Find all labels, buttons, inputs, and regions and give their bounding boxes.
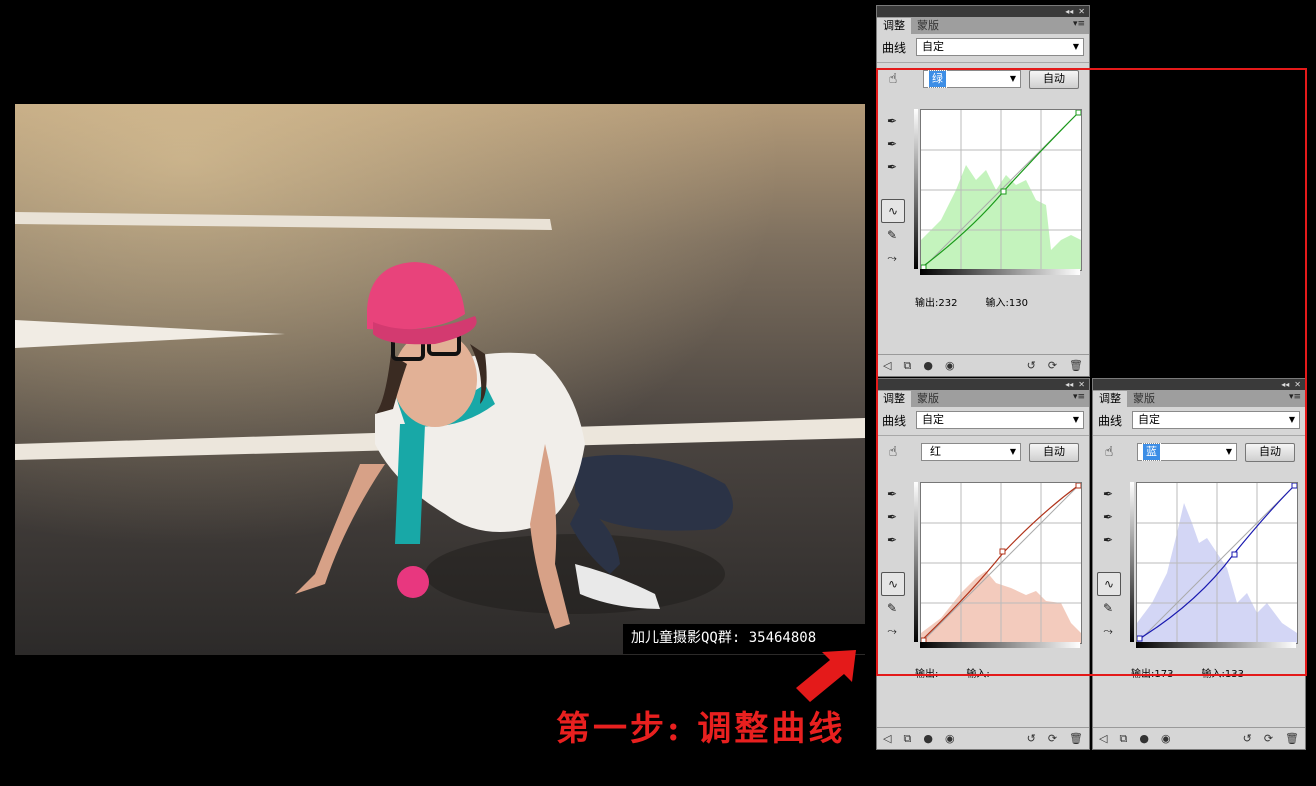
photo-canvas [15, 104, 865, 655]
previous-state-icon[interactable]: ↺ [1243, 732, 1252, 745]
eye-icon[interactable]: ◉ [945, 732, 955, 746]
panel-titlebar[interactable]: ◂◂ ✕ [877, 6, 1089, 17]
back-icon[interactable]: ◁ [1099, 732, 1107, 746]
preset-value: 自定 [922, 40, 944, 53]
reset-icon[interactable]: ⟳ [1048, 732, 1057, 745]
layer-visibility-icon[interactable]: ● [923, 732, 933, 746]
preset-select[interactable]: 自定 ▼ [916, 38, 1084, 56]
highlight-frame [876, 68, 1307, 676]
chevron-down-icon: ▼ [1072, 42, 1079, 51]
step-caption: 第一步: 调整曲线 [556, 709, 846, 749]
preset-label: 曲线 [882, 40, 907, 55]
close-icon[interactable]: ✕ [1078, 6, 1085, 17]
panel-menu-icon[interactable]: ▾≡ [1073, 19, 1085, 29]
back-icon[interactable]: ◁ [883, 732, 891, 746]
eye-icon[interactable]: ◉ [1161, 732, 1171, 746]
reset-icon[interactable]: ⟳ [1264, 732, 1273, 745]
photo-image [15, 104, 865, 655]
clip-icon[interactable]: ⧉ [903, 732, 911, 746]
arrow-icon [796, 650, 856, 702]
previous-state-icon[interactable]: ↺ [1027, 732, 1036, 745]
clip-icon[interactable]: ⧉ [1119, 732, 1127, 746]
tab-masks[interactable]: 蒙版 [911, 18, 945, 34]
tab-adjustments[interactable]: 调整 [877, 18, 911, 34]
layer-visibility-icon[interactable]: ● [1139, 732, 1149, 746]
collapse-icon[interactable]: ◂◂ [1065, 6, 1073, 17]
trash-icon[interactable]: 🗑 [1069, 732, 1083, 745]
trash-icon[interactable]: 🗑 [1285, 732, 1299, 745]
